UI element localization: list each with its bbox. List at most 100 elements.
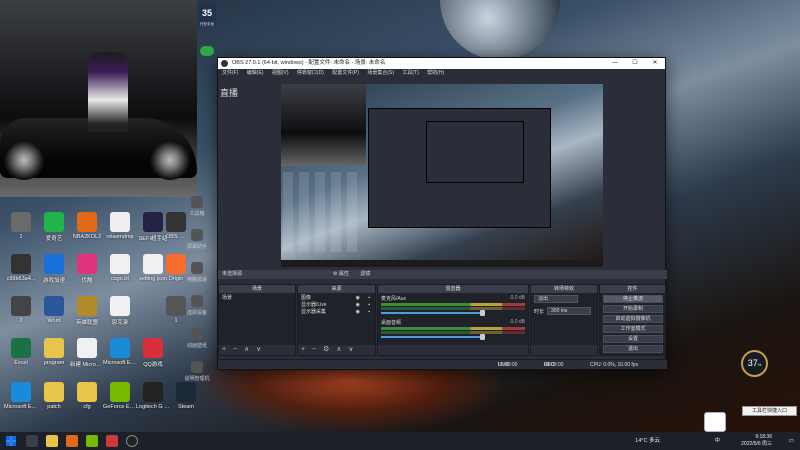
device-icon — [191, 295, 203, 307]
desktop-icon[interactable]: 英雄联盟 — [70, 296, 104, 326]
lock-icon[interactable]: ▪ — [368, 302, 370, 309]
eye-icon[interactable]: ◉ — [356, 309, 360, 316]
virtual-camera-button[interactable]: 启动虚拟摄像机 — [603, 315, 663, 323]
move-down-button[interactable]: ∨ — [256, 346, 261, 353]
volume-slider[interactable] — [381, 310, 485, 316]
desktop-icon[interactable]: NBA2KOL2 — [70, 212, 104, 240]
menu-view[interactable]: 视图(V) — [272, 70, 289, 76]
list-item[interactable]: 显示器采集 ◉ ▪ — [301, 309, 372, 316]
desktop-icon[interactable]: patch — [37, 382, 71, 410]
channel-db: 0.0 dB — [510, 319, 525, 325]
desktop-icon[interactable]: QQ游戏 — [136, 338, 170, 368]
volume-slider[interactable] — [381, 334, 485, 340]
desktop-icon[interactable]: Steam — [169, 382, 203, 410]
close-button[interactable]: ✕ — [645, 58, 665, 69]
tool-item[interactable]: 电脑加速 — [179, 262, 215, 283]
studio-mode-button[interactable]: 工作室模式 — [603, 325, 663, 333]
desktop-icon[interactable]: Excel — [4, 338, 38, 366]
desktop-icon[interactable]: relaxmdmp — [103, 212, 137, 240]
desktop-icon[interactable]: c99b63a4... — [4, 254, 38, 282]
stop-stream-button[interactable]: 停止推流 — [603, 295, 663, 303]
search-icon[interactable] — [26, 435, 38, 447]
start-recording-button[interactable]: 开始录制 — [603, 305, 663, 313]
filters-button[interactable]: 滤镜 — [360, 271, 370, 277]
lock-icon[interactable]: ▪ — [368, 309, 370, 316]
app-icon — [44, 338, 64, 358]
menu-file[interactable]: 文件(F) — [222, 70, 238, 76]
move-up-button[interactable]: ∧ — [244, 346, 249, 353]
lock-icon[interactable]: ▪ — [368, 295, 370, 302]
desktop-icon[interactable]: Word — [37, 296, 71, 324]
desktop-icon[interactable]: Microsoft Edge — [103, 338, 137, 366]
remove-button[interactable]: − — [312, 346, 316, 353]
desktop-icon[interactable]: SEFI超手站 — [136, 212, 170, 242]
preview-canvas[interactable] — [281, 84, 603, 267]
exit-button[interactable]: 退出 — [603, 345, 663, 353]
menu-edit[interactable]: 编辑(E) — [247, 70, 264, 76]
desktop-icon[interactable]: 2 — [4, 296, 38, 324]
minimize-button[interactable]: — — [605, 58, 625, 69]
tool-item[interactable]: 说明管理机 — [179, 361, 215, 382]
move-down-button[interactable]: ∨ — [348, 346, 353, 353]
tool-item[interactable]: 屏幕助手 — [179, 229, 215, 250]
desktop-icon-label: Steam — [178, 404, 194, 410]
app-badge[interactable]: 35 行业平台 — [198, 4, 216, 26]
desktop-icon-label: 游戏加速 — [42, 278, 65, 284]
settings-icon[interactable]: ⚙ — [323, 346, 329, 353]
assistant-widget-icon[interactable] — [704, 412, 726, 432]
desktop-icon[interactable]: 游戏加速 — [37, 254, 71, 284]
desktop-photo-widget[interactable] — [0, 0, 197, 197]
duration-input[interactable]: 300 ms — [547, 307, 592, 315]
add-button[interactable]: + — [222, 346, 226, 353]
menu-scene-collection[interactable]: 场景集合(S) — [367, 70, 394, 76]
desktop-icon[interactable]: 爱奇艺 — [37, 212, 71, 242]
wechat-icon[interactable] — [200, 46, 214, 56]
file-explorer-icon[interactable] — [46, 435, 58, 447]
maximize-button[interactable]: ☐ — [625, 58, 645, 69]
speed-widget[interactable]: 37% — [741, 350, 768, 377]
app-icon — [44, 254, 64, 274]
weather-label[interactable]: 14°C 多云 — [635, 432, 660, 450]
list-item[interactable]: 场景 — [222, 295, 292, 302]
desktop-icon[interactable]: 优酷 — [70, 254, 104, 284]
properties-button[interactable]: ⚙ 属性 — [333, 271, 349, 277]
tool-item[interactable]: 工具箱 — [179, 196, 215, 217]
desktop-icon[interactable]: setting.json — [136, 254, 170, 282]
tool-item[interactable]: 虚拟设备 — [179, 295, 215, 316]
desktop-icon[interactable]: 1 — [4, 212, 38, 240]
transition-select[interactable]: 淡出 — [534, 295, 578, 303]
settings-button[interactable]: 设置 — [603, 335, 663, 343]
menu-tools[interactable]: 工具(T) — [402, 70, 418, 76]
desktop-icon[interactable]: Microsoft Edge — [4, 382, 38, 410]
menu-profile[interactable]: 配置文件(P) — [332, 70, 359, 76]
move-up-button[interactable]: ∧ — [336, 346, 341, 353]
menu-docks[interactable]: 停靠窗口(D) — [297, 70, 324, 76]
taskbar-app-icon[interactable] — [66, 435, 78, 447]
taskbar-app-icon[interactable] — [86, 435, 98, 447]
obs-titlebar[interactable]: OBS 27.0.1 (64-bit, windows) - 配置文件: 未命名… — [218, 58, 665, 69]
desktop-icon[interactable]: cfg — [70, 382, 104, 410]
desktop-icon[interactable]: Logitech G HUB — [136, 382, 170, 410]
app-icon — [11, 212, 31, 232]
eye-icon[interactable]: ◉ — [356, 302, 360, 309]
windows-start-icon[interactable] — [6, 436, 16, 446]
add-button[interactable]: + — [301, 346, 305, 353]
notification-icon[interactable]: ▭ — [789, 432, 794, 450]
desktop-icon[interactable]: GeForce Experience — [103, 382, 137, 410]
list-item[interactable]: 显示器/Live ◉ ▪ — [301, 302, 372, 309]
tool-item[interactable]: 动画壁纸 — [179, 328, 215, 349]
manage-icon — [191, 361, 203, 373]
menu-help[interactable]: 帮助(H) — [427, 70, 444, 76]
list-item[interactable]: 图像 ◉ ▪ — [301, 295, 372, 302]
desktop-icon[interactable]: 恩克录 — [103, 296, 137, 326]
desktop-icon[interactable]: program — [37, 338, 71, 366]
obs-taskbar-icon[interactable] — [126, 435, 138, 447]
clock[interactable]: 9:18:36 2022/5/6 周三 — [741, 434, 772, 448]
taskbar-app-icon[interactable] — [106, 435, 118, 447]
app-icon — [11, 296, 31, 316]
eye-icon[interactable]: ◉ — [356, 295, 360, 302]
remove-button[interactable]: − — [233, 346, 237, 353]
desktop-icon[interactable]: csgo.bt — [103, 254, 137, 282]
desktop-icon[interactable]: 新建 Microsoft... — [70, 338, 104, 368]
ime-indicator[interactable]: 中 — [714, 432, 720, 450]
